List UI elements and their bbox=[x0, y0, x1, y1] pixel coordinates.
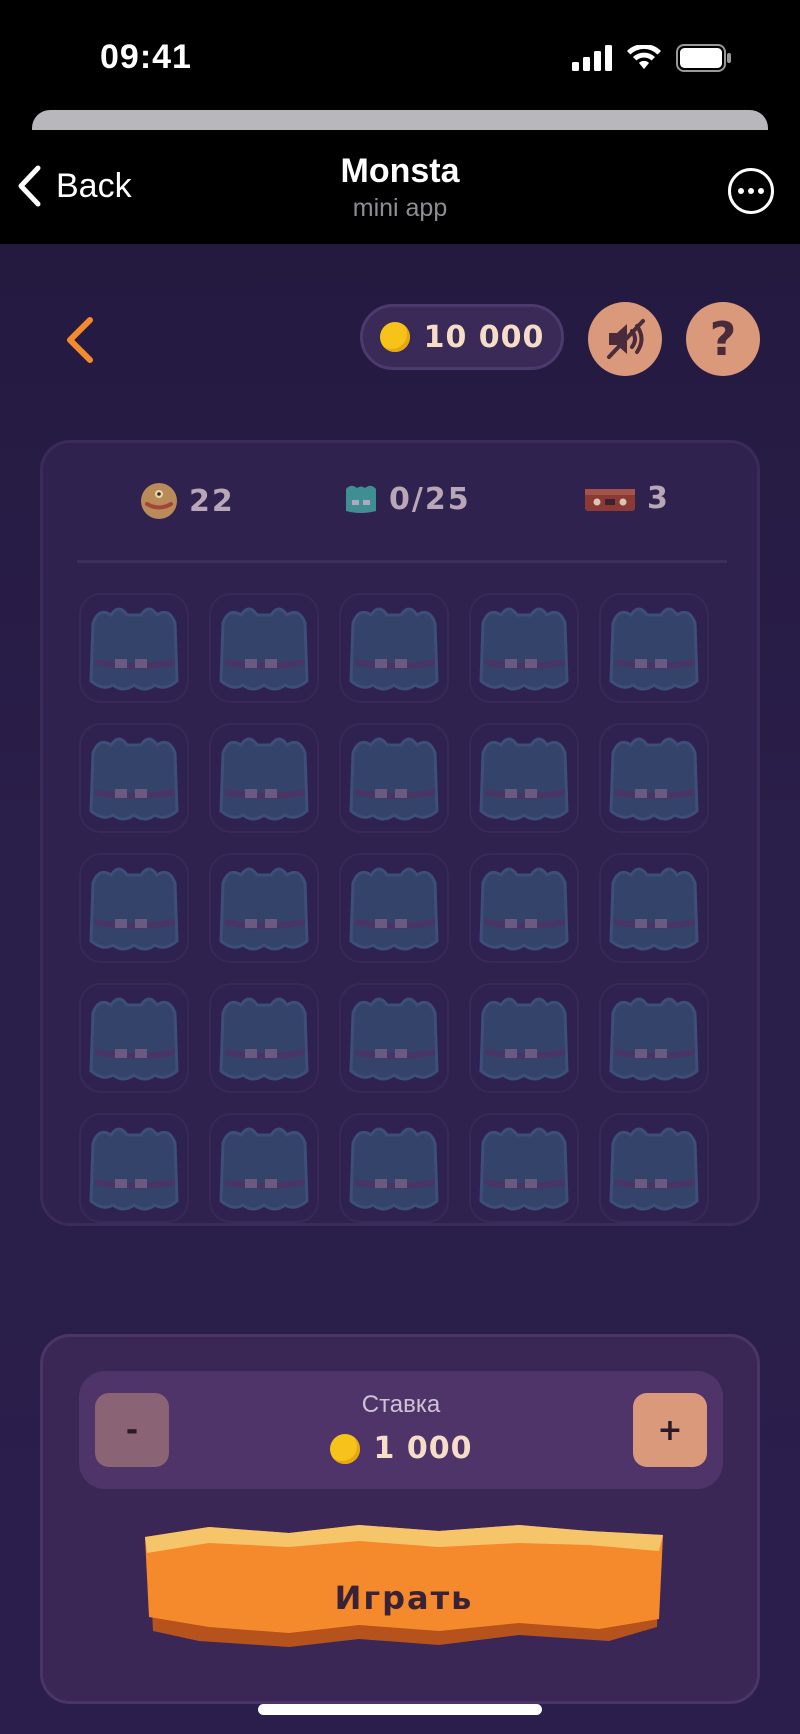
monster-tile[interactable] bbox=[209, 1113, 319, 1223]
game-back-button[interactable] bbox=[60, 312, 100, 368]
furry-monster-icon bbox=[479, 607, 569, 691]
stat-coins: 22 bbox=[139, 481, 235, 521]
increase-bet-button[interactable]: + bbox=[633, 1393, 707, 1467]
furry-monster-icon bbox=[609, 1127, 699, 1211]
monster-tile[interactable] bbox=[469, 1113, 579, 1223]
furry-monster-icon bbox=[349, 997, 439, 1081]
furry-monster-icon bbox=[89, 997, 179, 1081]
play-button[interactable]: Играть bbox=[139, 1523, 669, 1663]
furry-monster-icon bbox=[219, 737, 309, 821]
play-label: Играть bbox=[334, 1579, 474, 1617]
monster-tile[interactable] bbox=[599, 983, 709, 1093]
home-indicator bbox=[258, 1704, 542, 1715]
coin-icon bbox=[379, 322, 410, 352]
stats-row: 22 0/25 3 bbox=[43, 481, 763, 541]
monster-tile[interactable] bbox=[599, 1113, 709, 1223]
furry-monster-icon bbox=[609, 737, 699, 821]
battery-icon bbox=[676, 44, 731, 72]
monster-tile[interactable] bbox=[339, 593, 449, 703]
furry-monster-icon bbox=[219, 867, 309, 951]
monster-tile[interactable] bbox=[79, 983, 189, 1093]
furry-monster-icon bbox=[219, 1127, 309, 1211]
monster-tile[interactable] bbox=[209, 593, 319, 703]
monster-tile[interactable] bbox=[79, 853, 189, 963]
furry-monster-icon bbox=[349, 867, 439, 951]
status-icons bbox=[572, 44, 732, 72]
wifi-icon bbox=[627, 45, 661, 69]
monster-tile[interactable] bbox=[209, 723, 319, 833]
signal-icon bbox=[572, 45, 612, 71]
monster-tile[interactable] bbox=[339, 983, 449, 1093]
monster-tile[interactable] bbox=[469, 723, 579, 833]
furry-monster-icon bbox=[349, 607, 439, 691]
more-icon bbox=[738, 188, 744, 194]
bet-panel: - Ставка 1 000 + Играть bbox=[40, 1334, 760, 1704]
bet-amount-row: 1 000 bbox=[79, 1431, 723, 1466]
stat-monsters: 0/25 bbox=[343, 481, 471, 517]
stat-chests: 3 bbox=[583, 481, 670, 516]
monster-tile[interactable] bbox=[339, 853, 449, 963]
bet-box: - Ставка 1 000 + bbox=[79, 1371, 723, 1489]
sheet-background bbox=[32, 110, 768, 132]
app-subtitle: mini app bbox=[352, 194, 448, 222]
furry-monster-icon bbox=[349, 1127, 439, 1211]
furry-monster-icon bbox=[479, 737, 569, 821]
furry-monster-icon bbox=[219, 997, 309, 1081]
sound-off-icon bbox=[607, 319, 645, 359]
coin-icon bbox=[329, 1433, 360, 1464]
furry-monster-icon bbox=[479, 1127, 569, 1211]
monster-tile[interactable] bbox=[599, 593, 709, 703]
balance-pill: 10 000 bbox=[360, 304, 564, 370]
furry-monster-icon bbox=[89, 1127, 179, 1211]
monster-coin-icon bbox=[141, 483, 177, 519]
bet-amount: 1 000 bbox=[373, 1431, 473, 1466]
monster-tile[interactable] bbox=[469, 853, 579, 963]
furry-monster-icon bbox=[219, 607, 309, 691]
furry-monster-icon bbox=[609, 867, 699, 951]
app-title: Monsta bbox=[340, 152, 460, 190]
monster-tile[interactable] bbox=[469, 983, 579, 1093]
monster-tile[interactable] bbox=[469, 593, 579, 703]
furry-monster-icon bbox=[349, 737, 439, 821]
bet-label: Ставка bbox=[361, 1391, 441, 1418]
help-button[interactable]: ? bbox=[686, 302, 760, 376]
monster-tile[interactable] bbox=[209, 983, 319, 1093]
nav-bar: Back Monsta mini app bbox=[0, 130, 800, 244]
more-options-button[interactable] bbox=[728, 168, 774, 214]
furry-monster-icon bbox=[89, 867, 179, 951]
monster-tile[interactable] bbox=[209, 853, 319, 963]
monsters-count: 0/25 bbox=[389, 481, 471, 517]
furry-monster-icon bbox=[89, 607, 179, 691]
game-board: 22 0/25 3 bbox=[40, 440, 760, 1226]
monster-tile[interactable] bbox=[79, 723, 189, 833]
game-screen: 10 000 ? 22 0/25 3 - Ставка 1 000 + Игра… bbox=[0, 244, 800, 1734]
board-divider bbox=[77, 560, 727, 563]
status-time: 09:41 bbox=[100, 38, 192, 76]
furry-monster-icon bbox=[479, 867, 569, 951]
sound-toggle-button[interactable] bbox=[588, 302, 662, 376]
balance-amount: 10 000 bbox=[423, 319, 545, 355]
monster-tile[interactable] bbox=[339, 1113, 449, 1223]
coins-count: 22 bbox=[189, 483, 235, 519]
monster-tile[interactable] bbox=[339, 723, 449, 833]
monster-tile[interactable] bbox=[79, 1113, 189, 1223]
chests-count: 3 bbox=[647, 481, 670, 516]
furry-monster-icon bbox=[609, 607, 699, 691]
furry-monster-icon bbox=[89, 737, 179, 821]
monster-tile[interactable] bbox=[79, 593, 189, 703]
furry-monster-icon bbox=[609, 997, 699, 1081]
chest-icon bbox=[585, 488, 635, 511]
monster-tile[interactable] bbox=[599, 853, 709, 963]
monster-tile[interactable] bbox=[599, 723, 709, 833]
status-bar: 09:41 bbox=[0, 0, 800, 110]
monster-icon bbox=[346, 485, 376, 513]
monster-grid bbox=[79, 593, 729, 1223]
furry-monster-icon bbox=[479, 997, 569, 1081]
